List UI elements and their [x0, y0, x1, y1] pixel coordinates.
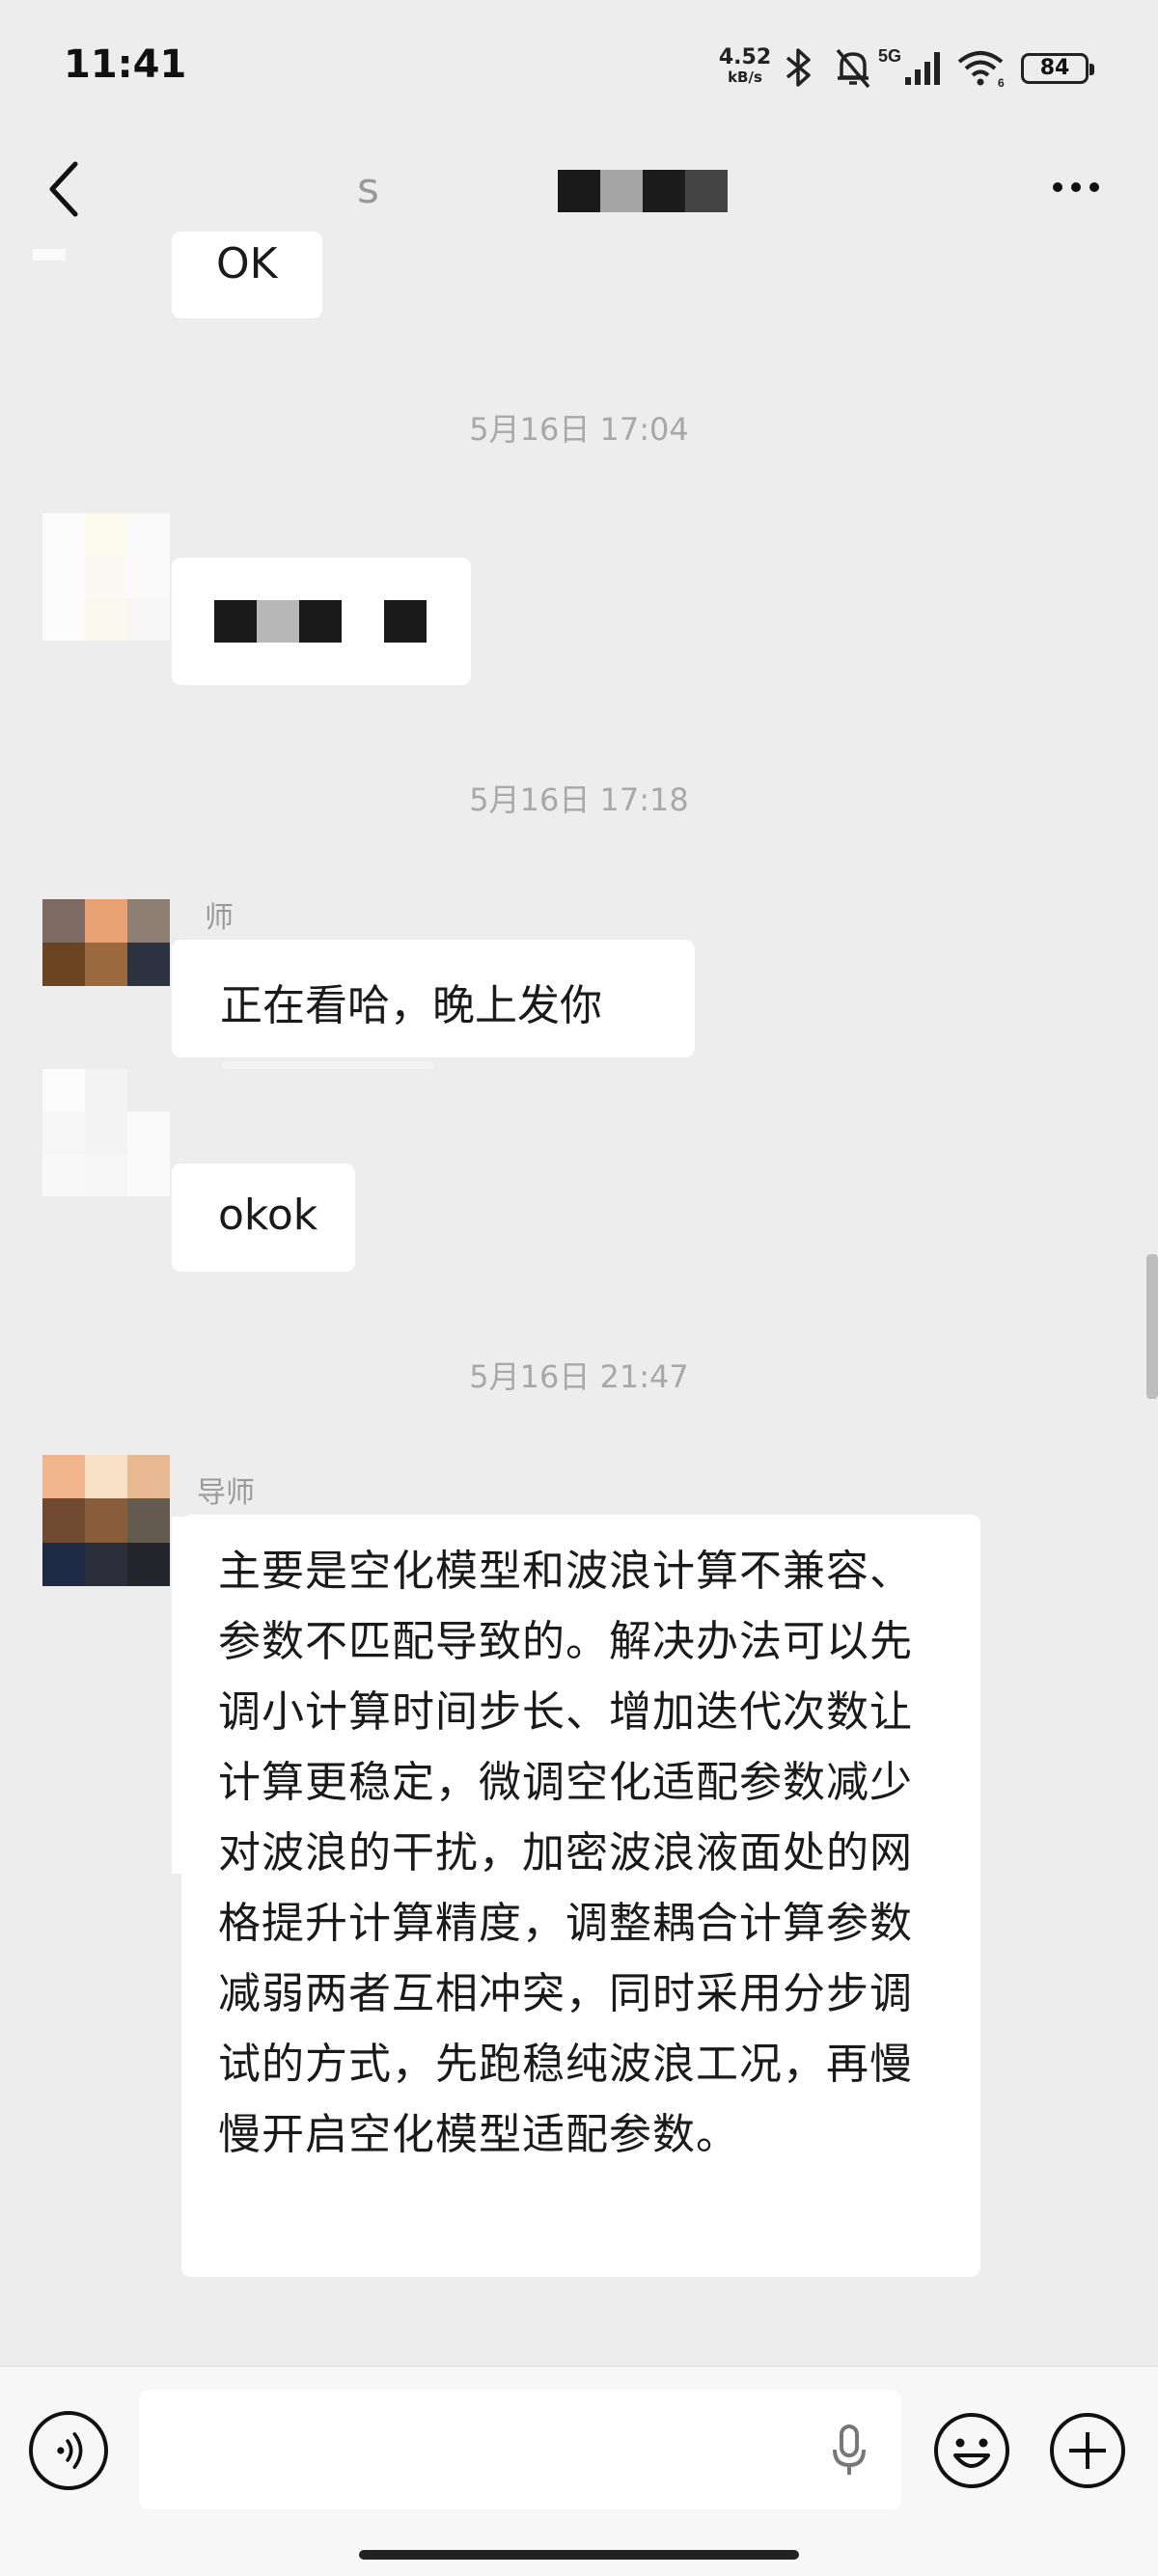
battery-icon: 84 — [1021, 53, 1094, 84]
chat-title: s — [357, 164, 379, 213]
avatar — [33, 249, 66, 260]
network-speed-unit: kB/s — [728, 69, 762, 86]
svg-text:5G: 5G — [878, 46, 901, 66]
sender-name: 导师 — [197, 1476, 255, 1510]
avatar[interactable] — [42, 1069, 170, 1196]
status-bar: 11:41 4.52 kB/s 5G 6 84 — [0, 0, 1158, 135]
avatar[interactable] — [42, 899, 170, 986]
status-time: 11:41 — [64, 42, 187, 87]
more-dots-icon[interactable] — [1046, 158, 1106, 216]
title-redacted — [558, 170, 728, 212]
svg-text:6: 6 — [998, 76, 1005, 89]
bluetooth-icon — [786, 48, 811, 87]
message-text: okok — [218, 1191, 318, 1240]
bell-muted-icon — [836, 48, 870, 89]
message-bubble[interactable]: okok — [172, 1164, 355, 1272]
input-bar — [0, 2366, 1158, 2576]
message-input[interactable] — [139, 2390, 901, 2509]
home-indicator[interactable] — [359, 2550, 799, 2560]
mic-icon[interactable] — [830, 2423, 868, 2480]
avatar[interactable] — [42, 513, 170, 641]
bubble-shadow — [222, 1061, 434, 1069]
message-bubble[interactable]: OK — [172, 232, 322, 318]
message-text: 主要是空化模型和波浪计算不兼容、参数不匹配导致的。解决办法可以先调小计算时间步长… — [218, 1547, 913, 2159]
scrollbar[interactable] — [1146, 1254, 1158, 1399]
emoji-icon[interactable] — [932, 2411, 1011, 2490]
plus-icon[interactable] — [1048, 2411, 1127, 2490]
network-speed: 4.52 kB/s — [718, 45, 772, 87]
message-bubble[interactable]: 主要是空化模型和波浪计算不兼容、参数不匹配导致的。解决办法可以先调小计算时间步长… — [181, 1515, 980, 2277]
message-text: OK — [216, 239, 278, 288]
network-speed-value: 4.52 — [718, 45, 772, 69]
redacted-text — [214, 600, 427, 643]
signal-5g-icon: 5G — [878, 46, 940, 85]
message-bubble[interactable]: 正在看哈，晚上发你 — [172, 940, 695, 1057]
message-bubble-redacted[interactable] — [172, 558, 471, 685]
sender-name: 师 — [205, 901, 234, 935]
timestamp: 5月16日 17:18 — [469, 781, 689, 818]
wifi-icon: 6 — [957, 51, 1005, 89]
timestamp: 5月16日 21:47 — [469, 1358, 689, 1395]
chevron-left-icon[interactable] — [37, 154, 95, 222]
bubble-shadow — [172, 1517, 187, 1874]
timestamp: 5月16日 17:04 — [469, 411, 689, 448]
message-text: 正在看哈，晚上发你 — [220, 981, 602, 1030]
voice-icon[interactable] — [29, 2411, 108, 2490]
avatar[interactable] — [42, 1455, 170, 1586]
